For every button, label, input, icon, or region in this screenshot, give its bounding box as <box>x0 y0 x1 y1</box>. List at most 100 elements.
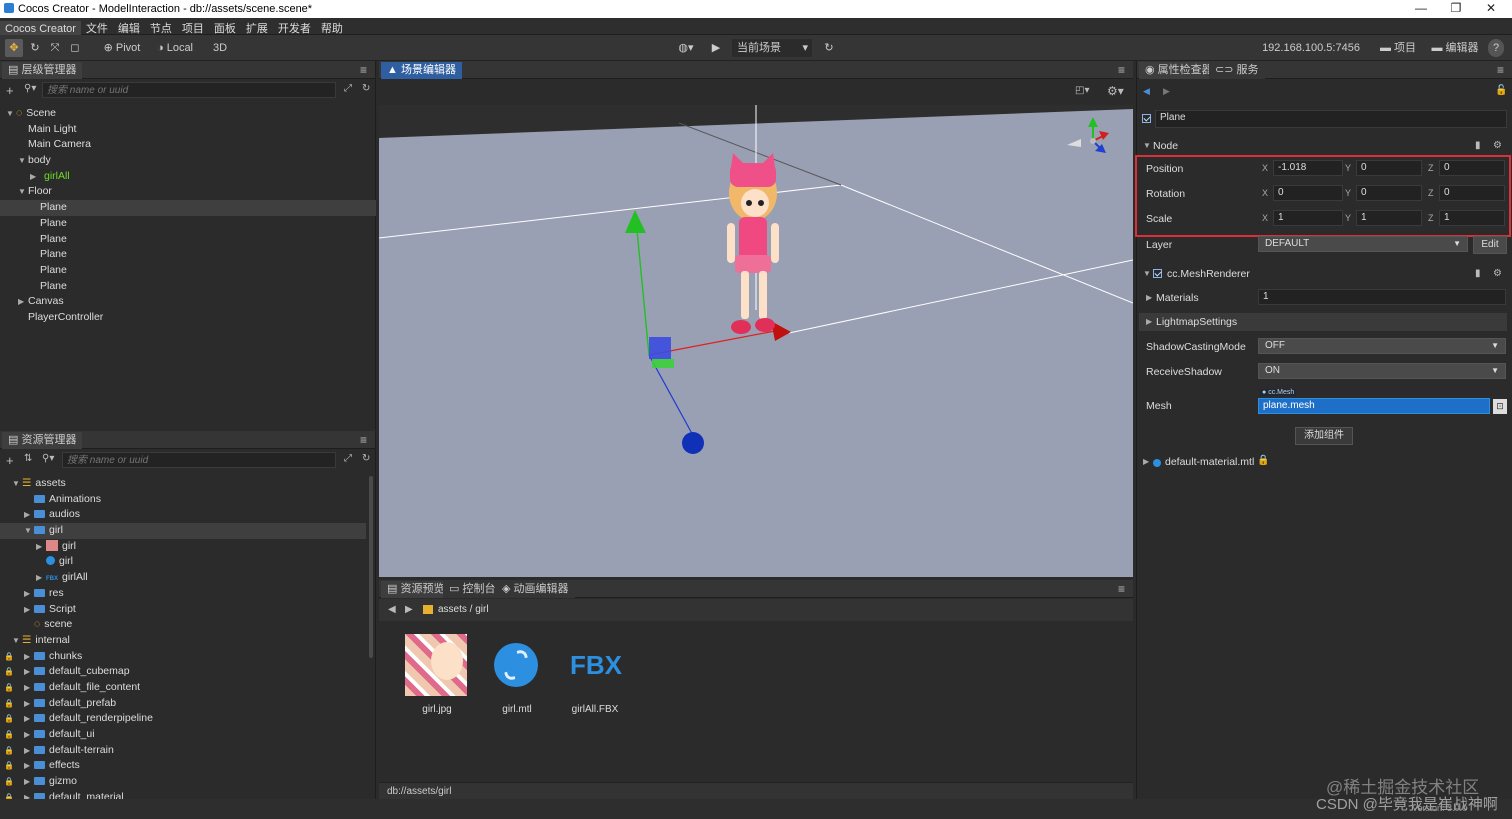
chevron-right-icon[interactable]: ▶ <box>24 664 34 680</box>
scene-select[interactable]: 当前场景 ▾ <box>732 39 812 57</box>
search-icon[interactable]: ⚲▾ <box>42 453 54 464</box>
chevron-right-icon[interactable]: ▶ <box>24 774 34 790</box>
chevron-right-icon[interactable]: ▶ <box>30 169 40 185</box>
panel-menu-icon[interactable]: ≡ <box>1497 63 1504 77</box>
sort-icon[interactable]: ⇅ <box>24 453 32 464</box>
chevron-right-icon[interactable]: ▶ <box>24 758 34 774</box>
scale-x-field[interactable]: 1 <box>1273 210 1343 226</box>
minimize-button[interactable]: — <box>1406 1 1436 15</box>
hierarchy-item[interactable]: Plane <box>0 263 376 279</box>
asset-item[interactable]: ▶ girl <box>0 539 366 555</box>
hierarchy-item[interactable]: Plane <box>0 232 376 248</box>
tab-services[interactable]: ⊂⊃ 服务 <box>1209 62 1265 79</box>
asset-item[interactable]: ▶ FBX girlAll <box>0 570 366 586</box>
asset-item[interactable]: ◌ scene <box>0 617 366 633</box>
asset-item[interactable]: 🔒 ▶ default_cubemap <box>0 664 366 680</box>
expand-icon[interactable]: ⤢ <box>344 453 352 464</box>
node-name-field[interactable]: Plane <box>1155 110 1507 128</box>
gizmo-plane-handle[interactable] <box>649 337 671 359</box>
chevron-right-icon[interactable]: ▶ <box>24 649 34 665</box>
scene-viewport[interactable] <box>379 105 1133 577</box>
tab-asset-preview[interactable]: ▤ 资源预览 <box>381 581 451 598</box>
position-y-field[interactable]: 0 <box>1356 160 1422 176</box>
scale-z-field[interactable]: 1 <box>1439 210 1505 226</box>
asset-locate-icon[interactable]: ⊡ <box>1493 399 1507 414</box>
scene-editor-tab[interactable]: ▲ 场景编辑器 <box>381 62 462 79</box>
mesh-renderer-checkbox[interactable] <box>1153 268 1166 280</box>
forward-arrow-icon[interactable]: ▶ <box>1163 86 1170 97</box>
editor-button[interactable]: ▬ 编辑器 <box>1430 39 1480 57</box>
mesh-asset-field[interactable]: plane.mesh <box>1258 398 1490 414</box>
hierarchy-item[interactable]: Plane <box>0 200 376 216</box>
node-active-checkbox[interactable] <box>1142 113 1155 125</box>
position-z-field[interactable]: 0 <box>1439 160 1505 176</box>
camera-icon[interactable]: ◰▾ <box>1075 85 1089 96</box>
project-button[interactable]: ▬ 项目 <box>1376 39 1420 57</box>
hierarchy-item[interactable]: Plane <box>0 247 376 263</box>
tab-inspector[interactable]: ◉ 属性检查器 <box>1139 62 1219 79</box>
gear-icon[interactable]: ⚙ <box>1493 140 1502 151</box>
fbx-icon[interactable]: FBX <box>561 650 631 681</box>
layer-edit-button[interactable]: Edit <box>1473 236 1507 254</box>
scale-tool-icon[interactable]: ⤧ <box>47 39 63 57</box>
back-arrow-icon[interactable]: ◀ <box>1143 86 1150 97</box>
chevron-right-icon[interactable]: ▶ <box>24 696 34 712</box>
forward-arrow-icon[interactable]: ▶ <box>405 604 413 615</box>
hierarchy-search-input[interactable] <box>42 82 336 98</box>
asset-item[interactable]: 🔒 ▶ chunks <box>0 649 366 665</box>
maximize-button[interactable]: ❐ <box>1441 1 1471 15</box>
position-x-field[interactable]: -1.018 <box>1273 160 1343 176</box>
lock-icon[interactable]: 🔓 <box>1495 85 1507 96</box>
preview-ip[interactable]: 192.168.100.5:7456 ≋ <box>1256 39 1366 72</box>
help-button[interactable]: ? <box>1488 39 1504 57</box>
chevron-right-icon[interactable]: ▶ <box>36 539 46 555</box>
hierarchy-item[interactable]: ▼ ◌ Scene <box>0 106 376 122</box>
refresh-icon[interactable]: ↻ <box>362 83 370 94</box>
shadow-casting-select[interactable]: OFF ▼ <box>1258 338 1506 354</box>
hierarchy-item[interactable]: ▶ girlAll <box>0 169 376 185</box>
tab-console[interactable]: ▭ 控制台 <box>443 581 502 598</box>
hierarchy-item[interactable]: Plane <box>0 279 376 295</box>
panel-menu-icon[interactable]: ≡ <box>1118 63 1125 77</box>
gear-icon[interactable]: ⚙ <box>1493 268 1502 279</box>
tab-animation-editor[interactable]: ◈ 动画编辑器 <box>496 581 575 598</box>
chevron-down-icon[interactable]: ▼ <box>12 476 22 492</box>
chevron-right-icon[interactable]: ▶ <box>24 586 34 602</box>
add-icon[interactable]: + <box>6 83 14 98</box>
gizmo-z-handle[interactable] <box>682 432 704 454</box>
scale-y-field[interactable]: 1 <box>1356 210 1422 226</box>
asset-item[interactable]: ▼ girl <box>0 523 366 539</box>
chevron-right-icon[interactable]: ▶ <box>24 711 34 727</box>
chevron-right-icon[interactable]: ▶ <box>24 680 34 696</box>
rotation-z-field[interactable]: 0 <box>1439 185 1505 201</box>
hierarchy-item[interactable]: Main Camera <box>0 137 376 153</box>
asset-item[interactable]: 🔒 ▶ default_ui <box>0 727 366 743</box>
chevron-right-icon[interactable]: ▶ <box>18 294 28 310</box>
rect-tool-icon[interactable]: ◻ <box>67 39 83 57</box>
asset-item[interactable]: 🔒 ▶ gizmo <box>0 774 366 790</box>
mode-3d-button[interactable]: 3D <box>210 39 230 57</box>
chevron-right-icon[interactable]: ▶ <box>24 507 34 523</box>
lightmap-settings-row[interactable]: ▶ LightmapSettings <box>1139 313 1507 331</box>
refresh-icon[interactable]: ↻ <box>362 453 370 464</box>
receive-shadow-select[interactable]: ON ▼ <box>1258 363 1506 379</box>
hierarchy-item[interactable]: ▼ body <box>0 153 376 169</box>
asset-item[interactable]: girl <box>0 554 366 570</box>
asset-item[interactable]: 🔒 ▶ effects <box>0 758 366 774</box>
asset-item[interactable]: ▶ Script <box>0 602 366 618</box>
assets-search-input[interactable] <box>62 452 336 468</box>
asset-item[interactable]: ▶ res <box>0 586 366 602</box>
asset-item[interactable]: ▼ ☰ assets <box>0 476 366 492</box>
material-icon[interactable] <box>494 643 538 687</box>
chevron-down-icon[interactable]: ▼ <box>12 633 22 649</box>
mesh-renderer-section-header[interactable]: ▼ cc.MeshRenderer ▮ ⚙ <box>1137 267 1512 283</box>
chevron-down-icon[interactable]: ▼ <box>18 153 28 169</box>
book-icon[interactable]: ▮ <box>1475 140 1481 151</box>
chevron-right-icon[interactable]: ▶ <box>24 727 34 743</box>
asset-item[interactable]: ▶ audios <box>0 507 366 523</box>
layer-select[interactable]: DEFAULT ▼ <box>1258 236 1468 252</box>
search-icon[interactable]: ⚲▾ <box>24 83 36 94</box>
panel-menu-icon[interactable]: ≡ <box>360 433 367 447</box>
rotation-x-field[interactable]: 0 <box>1273 185 1343 201</box>
hierarchy-item[interactable]: Plane <box>0 216 376 232</box>
